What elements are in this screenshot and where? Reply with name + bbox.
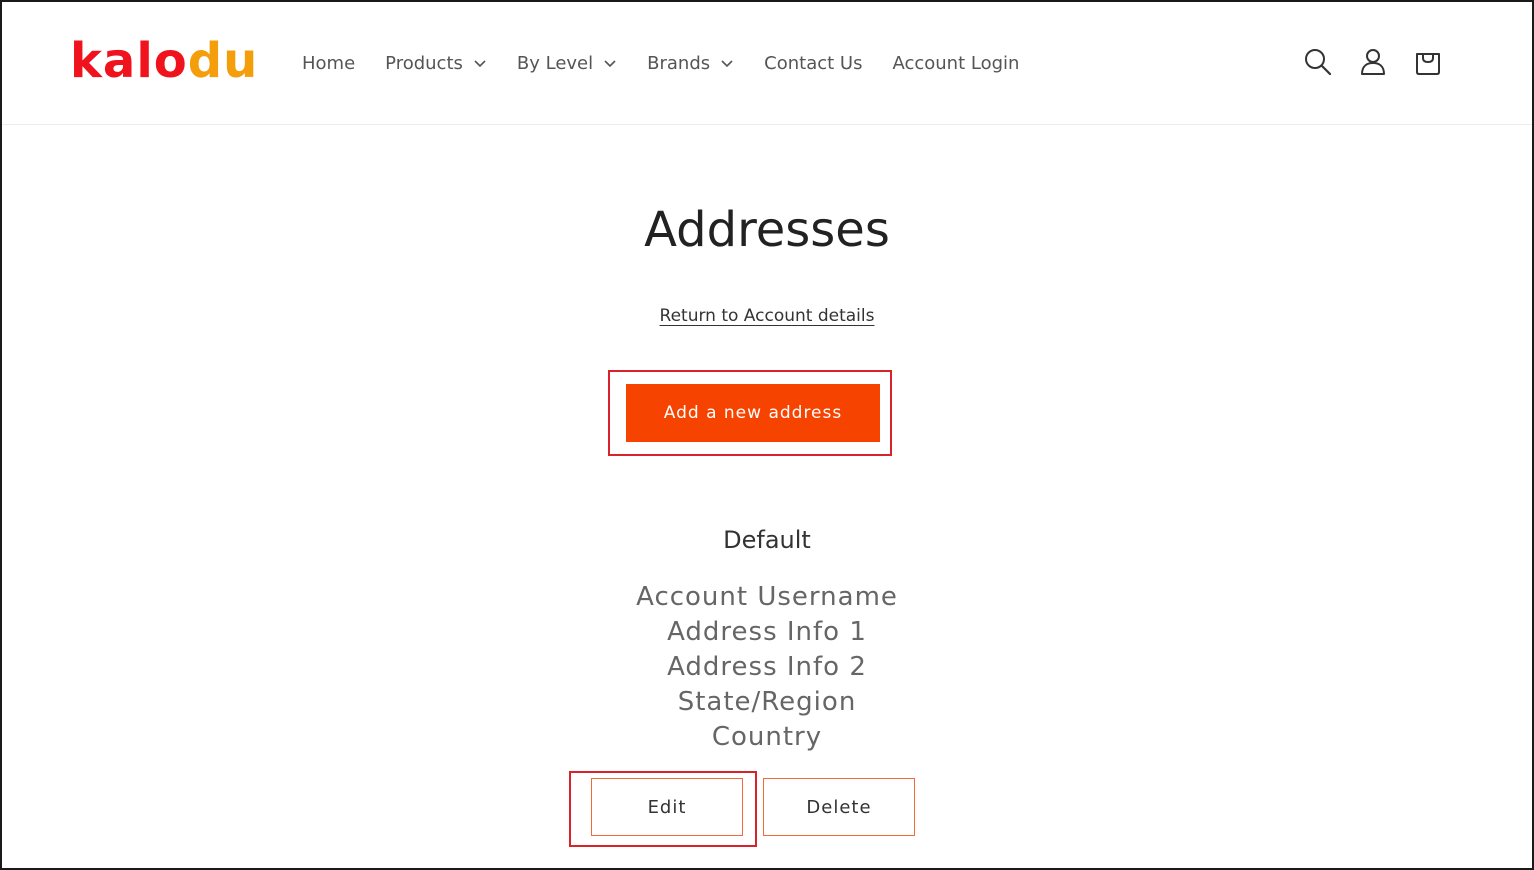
site-header: kalodu Home Products By Level Brands Con… bbox=[2, 2, 1532, 125]
logo-text-red: kalo bbox=[70, 33, 188, 89]
main-nav: Home Products By Level Brands Contact Us… bbox=[302, 48, 1049, 78]
delete-address-button[interactable]: Delete bbox=[763, 778, 915, 836]
search-icon[interactable] bbox=[1302, 46, 1334, 78]
address-line-username: Account Username bbox=[636, 582, 898, 612]
chevron-down-icon bbox=[721, 60, 733, 68]
nav-item-contact-us[interactable]: Contact Us bbox=[764, 53, 862, 74]
edit-address-button[interactable]: Edit bbox=[591, 778, 743, 836]
return-link-container: Return to Account details bbox=[2, 306, 1532, 326]
return-to-account-link[interactable]: Return to Account details bbox=[660, 306, 875, 326]
default-address-heading: Default bbox=[723, 526, 811, 554]
address-line-1: Address Info 1 bbox=[667, 617, 867, 647]
address-block: Account Username Address Info 1 Address … bbox=[2, 580, 1532, 755]
page-frame: kalodu Home Products By Level Brands Con… bbox=[0, 0, 1534, 870]
chevron-down-icon bbox=[604, 60, 616, 68]
page-title: Addresses bbox=[644, 202, 890, 258]
nav-item-home[interactable]: Home bbox=[302, 53, 355, 74]
cart-icon[interactable] bbox=[1412, 46, 1444, 78]
logo-text-orange: du bbox=[187, 33, 259, 89]
nav-label: Account Login bbox=[892, 52, 1020, 74]
account-icon[interactable] bbox=[1357, 46, 1389, 78]
address-line-2: Address Info 2 bbox=[667, 652, 867, 682]
chevron-down-icon bbox=[474, 60, 486, 68]
add-new-address-button[interactable]: Add a new address bbox=[626, 384, 880, 442]
nav-label: By Level bbox=[516, 52, 594, 74]
address-line-country: Country bbox=[711, 722, 823, 752]
nav-label: Brands bbox=[647, 52, 711, 74]
nav-label: Products bbox=[385, 52, 463, 74]
nav-label: Contact Us bbox=[764, 52, 863, 74]
nav-item-by-level[interactable]: By Level bbox=[517, 53, 617, 74]
address-line-state: State/Region bbox=[677, 687, 857, 717]
nav-label: Home bbox=[302, 52, 356, 74]
header-icons bbox=[1302, 46, 1467, 78]
nav-item-brands[interactable]: Brands bbox=[647, 53, 734, 74]
nav-item-account-login[interactable]: Account Login bbox=[892, 53, 1019, 74]
nav-item-products[interactable]: Products bbox=[385, 53, 487, 74]
kalodu-logo[interactable]: kalodu bbox=[70, 30, 258, 92]
